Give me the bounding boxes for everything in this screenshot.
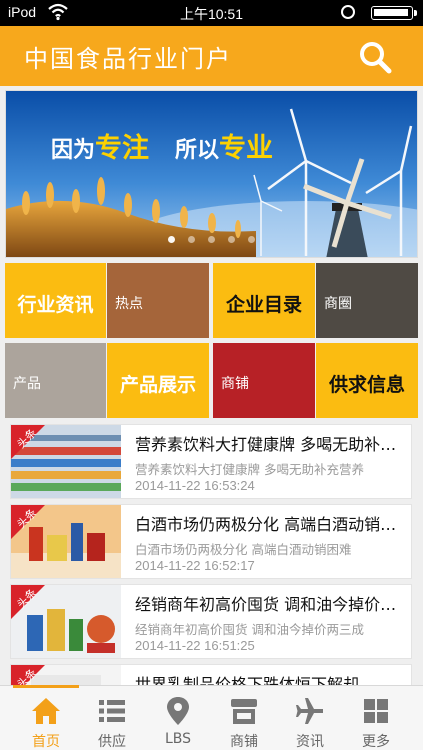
airplane-icon — [296, 698, 323, 724]
news-summary: 经销商年初高价囤货 调和油今掉价两三成 — [135, 622, 364, 637]
tile-business-circle[interactable]: 商圈 — [316, 263, 418, 338]
battery-icon — [371, 6, 417, 20]
tile-label: 行业资讯 — [17, 294, 94, 316]
news-date: 2014-11-22 16:51:25 — [135, 638, 255, 653]
tab-label: 资讯 — [296, 734, 324, 750]
news-summary: 白酒市场仍两极分化 高端白酒动销困难 — [135, 542, 352, 557]
carousel-dot[interactable] — [167, 236, 175, 243]
tile-shops[interactable]: 商铺 — [213, 343, 315, 418]
slogan-part1: 因为 — [51, 138, 96, 163]
tile-hot[interactable]: 热点 — [107, 263, 209, 338]
tile-product-showcase[interactable]: 产品展示 — [107, 343, 209, 418]
status-bar: iPod 上午10:51 — [0, 0, 423, 26]
news-headline: 白酒市场仍两极分化 高端白酒动销困难 — [135, 515, 407, 534]
carousel-dots — [6, 228, 417, 247]
news-item[interactable]: 头条 营养素饮料大打健康牌 多喝无助补充营养 营养素饮料大打健康牌 多喝无助补充… — [10, 424, 412, 499]
home-icon — [32, 698, 60, 724]
news-thumbnail: 头条 — [11, 425, 121, 498]
tab-label: 首页 — [32, 734, 60, 750]
active-tab-indicator — [13, 685, 79, 688]
news-summary: 营养素饮料大打健康牌 多喝无助补充营养 — [135, 462, 364, 477]
tile-label: 企业目录 — [225, 294, 302, 316]
tile-industry-news[interactable]: 行业资讯 — [5, 263, 106, 338]
tile-label: 商圈 — [324, 296, 352, 312]
tab-label: 更多 — [362, 734, 390, 750]
status-time: 上午10:51 — [179, 6, 244, 22]
nav-bar: 中国食品行业门户 — [0, 26, 423, 86]
news-item[interactable]: 头条 经销商年初高价囤货 调和油今掉价两三成 经销商年初高价囤货 调和油今掉价两… — [10, 584, 412, 659]
tab-lbs[interactable]: LBS — [145, 686, 211, 750]
tile-supply-demand[interactable]: 供求信息 — [316, 343, 418, 418]
carousel-dot[interactable] — [208, 236, 215, 243]
news-date: 2014-11-22 16:53:24 — [135, 478, 255, 493]
tab-news[interactable]: 资讯 — [277, 686, 343, 750]
tile-label: 供求信息 — [328, 374, 405, 396]
search-icon[interactable] — [357, 39, 393, 75]
tab-label: 商铺 — [230, 734, 258, 750]
shop-icon — [231, 699, 257, 724]
slogan-emphasis1: 专注 — [95, 133, 150, 164]
tab-bar: 首页 供应 LBS 商铺 资讯 更多 — [0, 685, 423, 750]
banner-slogan: 因为专注 所以专业 — [51, 126, 273, 165]
news-thumbnail: 头条 — [11, 505, 121, 578]
tab-label: LBS — [164, 731, 192, 747]
page-title: 中国食品行业门户 — [24, 45, 232, 73]
app-screen: iPod 上午10:51 中国食品行业门户 因为专注 所以专业 行业资讯 热点 … — [0, 0, 423, 750]
carousel-dot[interactable] — [187, 236, 195, 243]
tile-label: 产品 — [13, 376, 41, 392]
tile-company-directory[interactable]: 企业目录 — [213, 263, 315, 338]
news-headline: 经销商年初高价囤货 调和油今掉价两三成 — [135, 595, 407, 614]
tile-label: 产品展示 — [119, 374, 196, 396]
news-date: 2014-11-22 16:52:17 — [135, 558, 255, 573]
grid-icon — [364, 699, 388, 723]
tile-label: 商铺 — [221, 376, 249, 392]
news-thumbnail: 头条 — [11, 585, 121, 658]
tile-products[interactable]: 产品 — [5, 343, 106, 418]
rotation-lock-icon — [341, 5, 355, 19]
tab-label: 供应 — [98, 734, 126, 750]
slogan-part2: 所以 — [175, 138, 220, 163]
tab-home[interactable]: 首页 — [13, 685, 79, 750]
list-icon — [99, 700, 125, 722]
tab-shops[interactable]: 商铺 — [211, 686, 277, 750]
location-pin-icon — [167, 697, 189, 725]
banner-carousel[interactable]: 因为专注 所以专业 — [5, 90, 418, 258]
carousel-dot[interactable] — [248, 236, 256, 243]
slogan-emphasis2: 专业 — [219, 133, 274, 164]
tab-supply[interactable]: 供应 — [79, 686, 145, 750]
tab-more[interactable]: 更多 — [343, 686, 409, 750]
news-item[interactable]: 头条 白酒市场仍两极分化 高端白酒动销困难 白酒市场仍两极分化 高端白酒动销困难… — [10, 504, 412, 579]
news-headline: 营养素饮料大打健康牌 多喝无助补充营养 — [135, 435, 407, 454]
tile-label: 热点 — [115, 296, 143, 312]
carousel-dot[interactable] — [228, 236, 236, 243]
